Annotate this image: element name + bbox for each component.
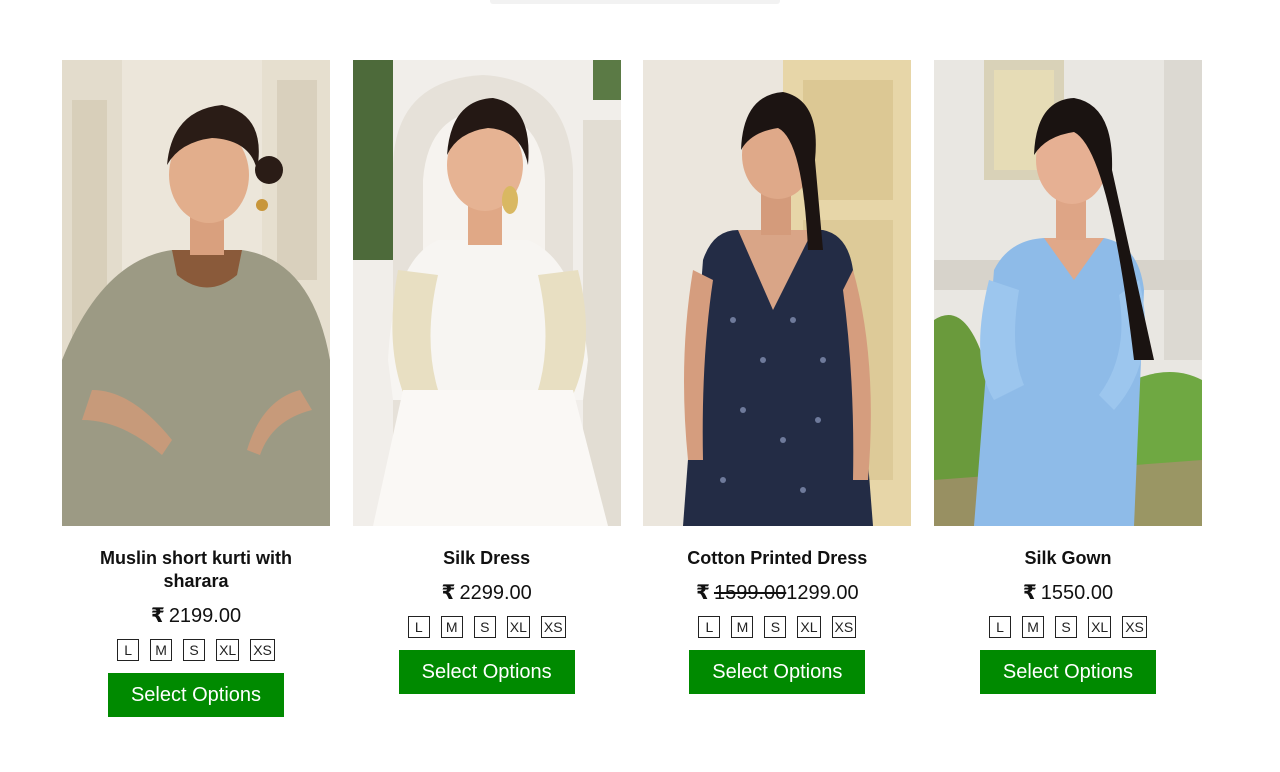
product-price: ₹1599.001299.00 bbox=[696, 581, 859, 605]
size-option-xl[interactable]: XL bbox=[797, 616, 821, 638]
size-options: L M S XL XS bbox=[407, 616, 566, 638]
size-option-m[interactable]: M bbox=[150, 639, 173, 661]
top-bar-decoration bbox=[490, 0, 780, 4]
product-title[interactable]: Cotton Printed Dress bbox=[662, 547, 892, 570]
product-title[interactable]: Silk Dress bbox=[372, 547, 602, 570]
size-options: L M S XL XS bbox=[698, 616, 857, 638]
size-option-s[interactable]: S bbox=[1055, 616, 1078, 638]
size-option-s[interactable]: S bbox=[473, 616, 496, 638]
size-option-xs[interactable]: XS bbox=[250, 639, 275, 661]
currency-symbol: ₹ bbox=[1022, 582, 1037, 604]
currency-symbol: ₹ bbox=[441, 582, 456, 604]
product-image[interactable] bbox=[643, 60, 912, 526]
currency-symbol: ₹ bbox=[150, 605, 165, 627]
product-card: Cotton Printed Dress ₹1599.001299.00 L M… bbox=[643, 60, 912, 694]
product-card: Muslin short kurti with sharara ₹2199.00… bbox=[62, 60, 330, 717]
product-image[interactable] bbox=[352, 60, 621, 526]
price-value: 2199.00 bbox=[168, 605, 242, 627]
size-option-l[interactable]: L bbox=[698, 616, 721, 638]
product-price: ₹1550.00 bbox=[1023, 581, 1113, 605]
size-option-m[interactable]: M bbox=[440, 616, 463, 638]
select-options-button[interactable]: Select Options bbox=[108, 673, 284, 717]
select-options-button[interactable]: Select Options bbox=[398, 650, 575, 694]
size-option-xs[interactable]: XS bbox=[1122, 616, 1147, 638]
price-value: 1299.00 bbox=[786, 582, 859, 604]
size-option-s[interactable]: S bbox=[764, 616, 787, 638]
size-option-l[interactable]: L bbox=[117, 639, 140, 661]
currency-symbol: ₹ bbox=[696, 582, 710, 604]
size-options: L M S XL XS bbox=[117, 639, 275, 661]
size-option-xl[interactable]: XL bbox=[506, 616, 530, 638]
size-options: L M S XL XS bbox=[989, 616, 1147, 638]
price-value: 1550.00 bbox=[1040, 582, 1114, 604]
select-options-button[interactable]: Select Options bbox=[979, 650, 1156, 694]
size-option-xl[interactable]: XL bbox=[216, 639, 240, 661]
product-card: Silk Gown ₹1550.00 L M S XL XS Select Op… bbox=[933, 60, 1202, 694]
size-option-m[interactable]: M bbox=[731, 616, 754, 638]
product-title[interactable]: Muslin short kurti with sharara bbox=[81, 547, 311, 593]
size-option-xs[interactable]: XS bbox=[540, 616, 566, 638]
size-option-xs[interactable]: XS bbox=[831, 616, 857, 638]
product-price: ₹2199.00 bbox=[151, 604, 241, 628]
product-image[interactable] bbox=[62, 60, 330, 526]
product-grid: Muslin short kurti with sharara ₹2199.00… bbox=[62, 60, 1202, 717]
size-option-s[interactable]: S bbox=[183, 639, 206, 661]
product-title[interactable]: Silk Gown bbox=[953, 547, 1183, 570]
price-value: 2299.00 bbox=[459, 582, 532, 604]
select-options-button[interactable]: Select Options bbox=[689, 650, 866, 694]
size-option-xl[interactable]: XL bbox=[1088, 616, 1112, 638]
size-option-l[interactable]: L bbox=[989, 616, 1012, 638]
product-image[interactable] bbox=[933, 60, 1202, 526]
product-price: ₹2299.00 bbox=[442, 581, 532, 605]
old-price-value: 1599.00 bbox=[713, 582, 787, 604]
size-option-l[interactable]: L bbox=[407, 616, 430, 638]
product-card: Silk Dress ₹2299.00 L M S XL XS Select O… bbox=[352, 60, 621, 694]
size-option-m[interactable]: M bbox=[1022, 616, 1045, 638]
